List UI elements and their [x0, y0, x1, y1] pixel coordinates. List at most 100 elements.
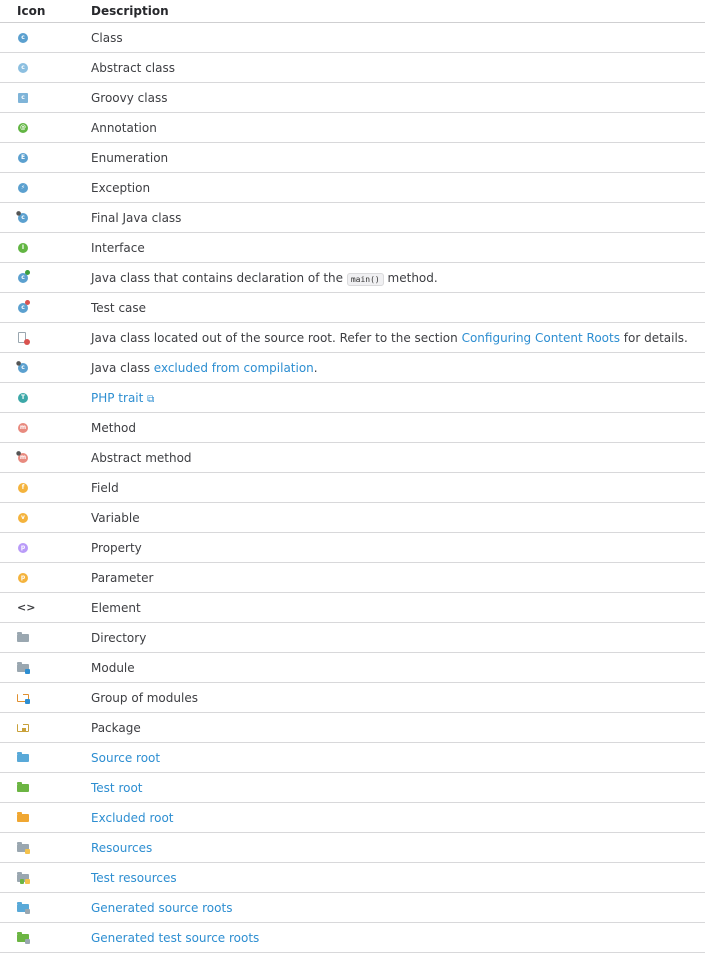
description-cell: Abstract class	[91, 52, 705, 83]
icon-cell: <>	[0, 592, 91, 623]
final-java-class-icon: c ●	[16, 211, 29, 224]
description-text: for details.	[619, 330, 688, 345]
description-text: Module	[91, 660, 135, 675]
generated-test-source-roots-icon	[17, 932, 30, 944]
table-header-row: Icon Description	[0, 0, 705, 23]
table-row: m Method	[0, 412, 705, 443]
icon-cell: E	[0, 142, 91, 173]
doc-link[interactable]: Test resources	[91, 871, 177, 885]
table-row: c Java class that contains declaration of…	[0, 262, 705, 293]
description-text: Element	[91, 600, 141, 615]
icon-cell: I	[0, 232, 91, 263]
field-icon: f	[17, 482, 29, 494]
icon-cell	[0, 832, 91, 863]
generated-source-roots-icon	[17, 902, 30, 914]
doc-link[interactable]: Configuring Content Roots	[462, 331, 620, 345]
description-text: Property	[91, 540, 142, 555]
abstract-class-icon: c	[17, 62, 29, 74]
description-cell: Variable	[91, 502, 705, 533]
table-row: Group of modules	[0, 682, 705, 713]
table-row: c ● Final Java class	[0, 202, 705, 233]
table-row: @ Annotation	[0, 112, 705, 143]
description-cell: Directory	[91, 622, 705, 653]
description-cell: Test root	[91, 772, 705, 803]
icon-cell	[0, 862, 91, 893]
description-text: Class	[91, 30, 123, 45]
icon-cell: m	[0, 412, 91, 443]
description-text: Abstract method	[91, 450, 192, 465]
description-text: Enumeration	[91, 150, 169, 165]
description-column-header: Description	[91, 0, 705, 23]
description-cell: Method	[91, 412, 705, 443]
description-cell: Annotation	[91, 112, 705, 143]
directory-icon	[17, 632, 29, 644]
description-cell: Java class that contains declaration of …	[91, 262, 705, 293]
groovy-class-icon: c	[17, 92, 29, 104]
icon-cell: f	[0, 472, 91, 503]
out-of-root-class-icon	[17, 332, 30, 345]
description-text: method.	[383, 270, 438, 285]
doc-link[interactable]: Excluded root	[91, 811, 174, 825]
table-row: Directory	[0, 622, 705, 653]
doc-link[interactable]: PHP trait	[91, 391, 143, 405]
excluded-root-icon	[17, 812, 29, 824]
icon-cell: m ●	[0, 442, 91, 473]
excluded-class-icon: c ●	[16, 361, 29, 374]
source-root-icon	[17, 752, 29, 764]
description-text: Interface	[91, 240, 145, 255]
description-cell: Test case	[91, 292, 705, 323]
doc-link[interactable]: excluded from compilation	[154, 361, 314, 375]
icon-cell: ⚡	[0, 172, 91, 203]
table-row: f Field	[0, 472, 705, 503]
doc-link[interactable]: Resources	[91, 841, 152, 855]
annotation-icon: @	[18, 123, 28, 133]
icon-cell	[0, 652, 91, 683]
external-link-icon[interactable]: ⧉	[147, 394, 154, 405]
icon-cell: c	[0, 262, 91, 293]
table-row: T PHP trait ⧉	[0, 382, 705, 413]
doc-link[interactable]: Generated source roots	[91, 901, 232, 915]
table-row: Resources	[0, 832, 705, 863]
package-icon	[17, 722, 29, 734]
table-row: I Interface	[0, 232, 705, 263]
description-text: Test case	[91, 300, 147, 315]
icon-cell: c ●	[0, 352, 91, 383]
table-row: E Enumeration	[0, 142, 705, 173]
icon-column-header: Icon	[0, 0, 91, 23]
table-row: Test root	[0, 772, 705, 803]
icon-cell: v	[0, 502, 91, 533]
description-text: Final Java class	[91, 210, 182, 225]
code-snippet: main()	[346, 272, 384, 286]
description-text: Groovy class	[91, 90, 168, 105]
icon-cell: c	[0, 292, 91, 323]
icon-cell	[0, 682, 91, 713]
description-cell: Field	[91, 472, 705, 503]
test-root-icon	[17, 782, 29, 794]
description-cell: Excluded root	[91, 802, 705, 833]
exception-icon: ⚡	[17, 182, 29, 194]
icon-cell: c ●	[0, 202, 91, 233]
description-text: .	[313, 360, 318, 375]
description-text: Annotation	[91, 120, 157, 135]
table-row: p Parameter	[0, 562, 705, 593]
icon-cell: p	[0, 532, 91, 563]
description-cell: Module	[91, 652, 705, 683]
icon-cell	[0, 742, 91, 773]
module-icon	[17, 662, 30, 674]
property-icon: p	[17, 542, 29, 554]
table-row: c Test case	[0, 292, 705, 323]
description-text: Method	[91, 420, 137, 435]
doc-link[interactable]: Source root	[91, 751, 160, 765]
icon-cell	[0, 802, 91, 833]
doc-link[interactable]: Test root	[91, 781, 143, 795]
description-cell: Generated test source roots	[91, 922, 705, 953]
table-row: Source root	[0, 742, 705, 773]
table-body: c Class c Abstract class c Groovy class @ Annot…	[0, 22, 705, 953]
element-icon: <>	[17, 601, 36, 614]
table-row: <> Element	[0, 592, 705, 623]
table-row: c Abstract class	[0, 52, 705, 83]
doc-link[interactable]: Generated test source roots	[91, 931, 259, 945]
main-class-icon: c	[17, 270, 30, 284]
description-cell: Groovy class	[91, 82, 705, 113]
table-row: Package	[0, 712, 705, 743]
